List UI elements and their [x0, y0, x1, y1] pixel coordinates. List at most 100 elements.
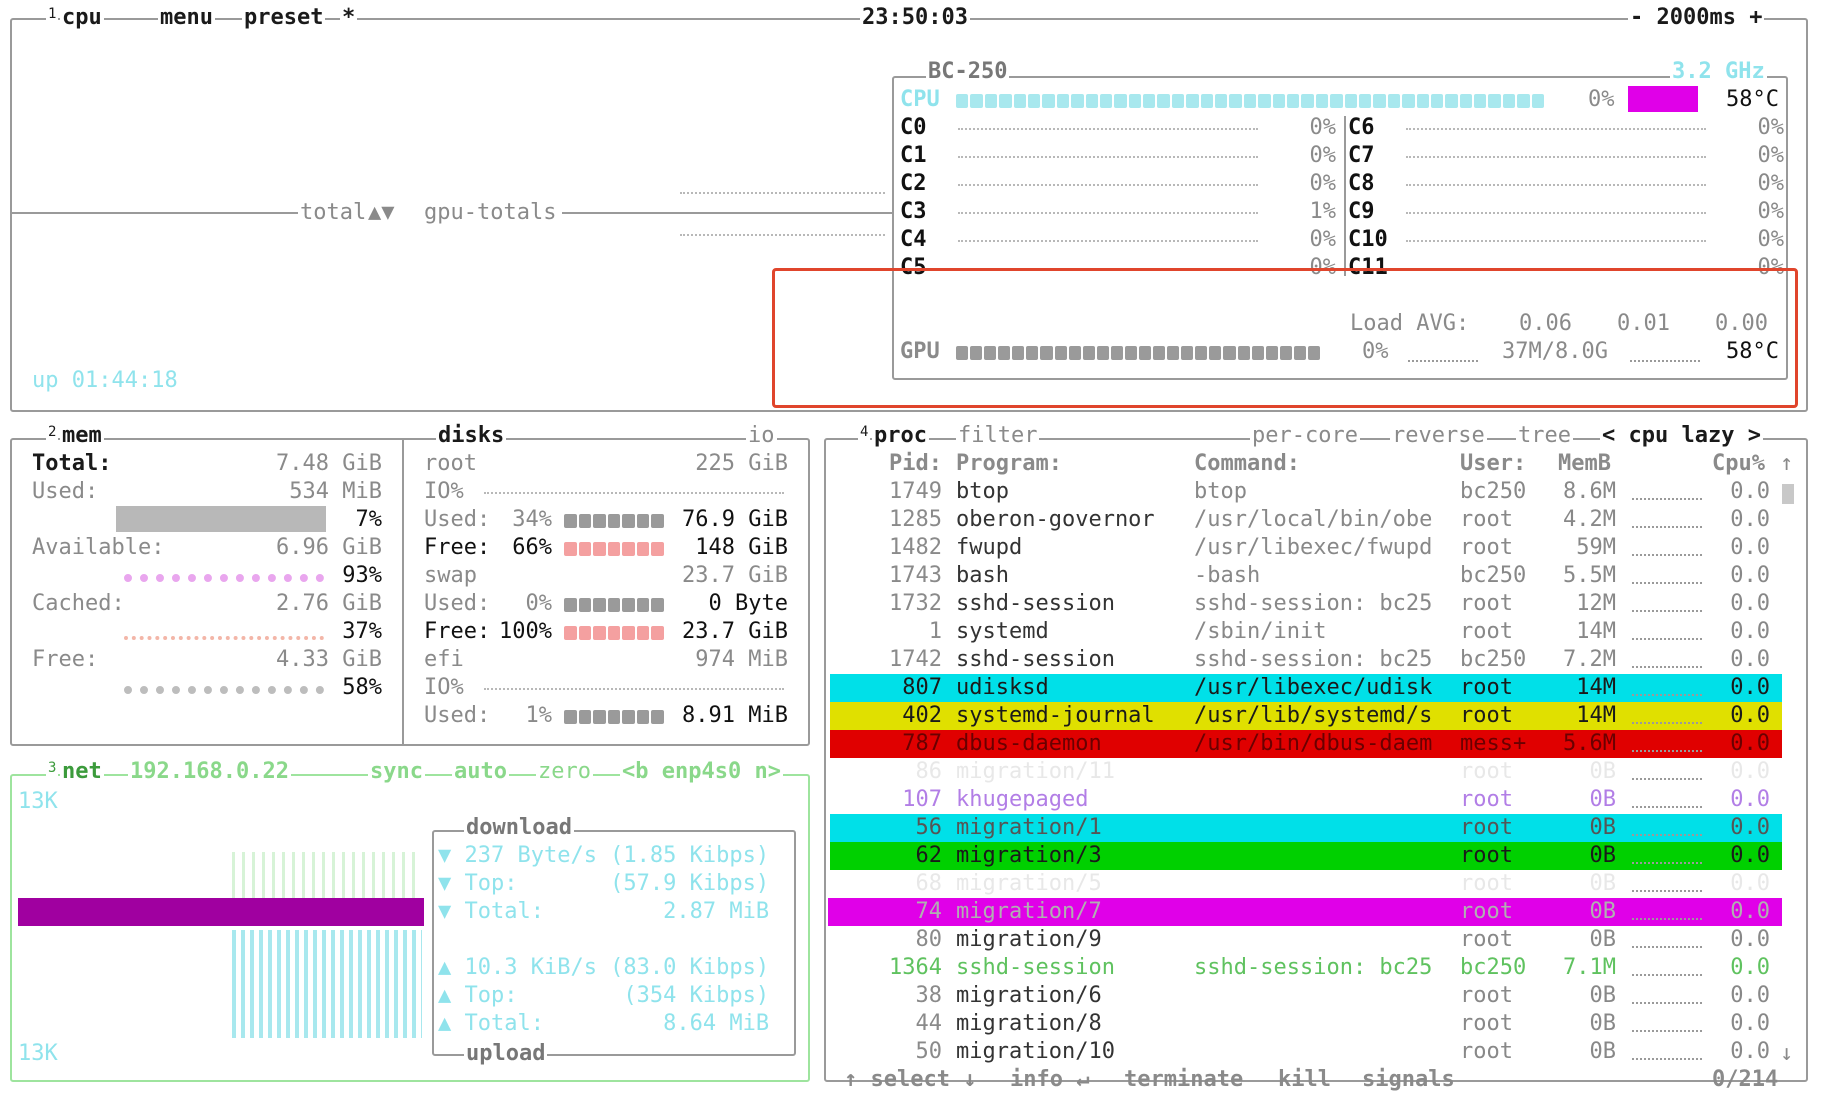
scroll-down-icon[interactable]: ↓	[1780, 1040, 1793, 1068]
bar-segment	[1114, 94, 1127, 108]
cell-pid: 807	[902, 675, 942, 700]
table-row[interactable]: 38 migration/6 root 0B 0.0	[0, 982, 1780, 1010]
kill-button[interactable]: kill	[1278, 1066, 1331, 1094]
cpu-graph-mini	[1632, 1020, 1702, 1032]
table-row[interactable]: 62 migration/3 root 0B 0.0	[0, 842, 1780, 870]
cell-cpu: 0.0	[1730, 507, 1770, 532]
cell-pid: 62	[915, 843, 943, 868]
cell-pid: 1285	[889, 507, 942, 532]
cell-program: udisksd	[956, 675, 1049, 700]
table-row[interactable]: 1743 bash -bash bc250 5.5M 0.0	[0, 562, 1780, 590]
table-row[interactable]: 1742 sshd-session sshd-session: bc25 bc250 7…	[0, 646, 1780, 674]
cell-user: bc250	[1460, 563, 1527, 588]
update-interval[interactable]: - 2000ms +	[1628, 6, 1765, 30]
cpu-tab[interactable]: cpu	[60, 6, 104, 30]
cell-pid: 787	[902, 731, 942, 756]
cpu-total-percent: 0%	[1588, 87, 1615, 112]
cell-user: root	[1460, 591, 1513, 616]
proc-reverse-toggle[interactable]: reverse	[1390, 424, 1487, 448]
bar-segment	[1042, 94, 1055, 108]
cell-cpu: 0.0	[1730, 759, 1770, 784]
table-row[interactable]: 1749 btop btop bc250 8.6M 0.0	[0, 478, 1780, 506]
proc-tree-toggle[interactable]: tree	[1516, 424, 1573, 448]
table-row[interactable]: 50 migration/10 root 0B 0.0	[0, 1038, 1780, 1066]
col-memb[interactable]: MemB	[1558, 450, 1611, 478]
disks-title[interactable]: disks	[436, 424, 507, 448]
table-row[interactable]: 1285 oberon-governor/usr/local/bin/obe roo…	[0, 506, 1780, 534]
mem-title[interactable]: mem	[60, 424, 104, 448]
cell-user: root	[1460, 703, 1513, 728]
cell-pid: 1742	[889, 647, 942, 672]
proc-filter[interactable]: filter	[956, 424, 1040, 448]
cell-pid: 56	[915, 815, 943, 840]
bar-segment	[1330, 94, 1343, 108]
cell-pid: 86	[915, 759, 943, 784]
table-row[interactable]: 402 systemd-journal/usr/lib/systemd/s root…	[0, 702, 1780, 730]
menu-button[interactable]: menu	[158, 6, 215, 30]
table-row[interactable]: 1 systemd/sbin/init root 14M 0.0	[0, 618, 1780, 646]
bar-segment	[1056, 94, 1070, 108]
table-row[interactable]: 44 migration/8 root 0B 0.0	[0, 1010, 1780, 1038]
table-row[interactable]: 80 migration/9 root 0B 0.0	[0, 926, 1780, 954]
cpu-graph-mini	[1632, 712, 1702, 724]
core-label: C3	[900, 199, 927, 224]
table-row[interactable]: 787 dbus-daemon/usr/bin/dbus-daem mess+ 5.6…	[0, 730, 1780, 758]
table-row[interactable]: 1482 fwupd/usr/libexec/fwupd root 59M 0.0	[0, 534, 1780, 562]
table-row[interactable]: 807 udisksd/usr/libexec/udisk root 14M 0.0	[0, 674, 1780, 702]
core-percent: 0%	[1309, 143, 1337, 168]
cell-cpu: 0.0	[1730, 619, 1770, 644]
cell-user: root	[1460, 871, 1513, 896]
cell-user: bc250	[1460, 647, 1527, 672]
col-user[interactable]: User:	[1460, 450, 1526, 478]
cell-pid: 50	[915, 1039, 943, 1064]
preset-button[interactable]: preset	[242, 6, 326, 30]
cell-user: root	[1460, 787, 1513, 812]
cell-program: migration/11	[956, 759, 1115, 784]
bar-segment	[1315, 94, 1329, 108]
cpu-graph-mini	[1632, 880, 1702, 892]
table-row[interactable]: 56 migration/1 root 0B 0.0	[0, 814, 1780, 842]
cell-user: root	[1460, 1011, 1513, 1036]
core-percent: 1%	[1309, 199, 1337, 224]
core-usage-graph	[1406, 122, 1706, 130]
table-row[interactable]: 86 migration/11 root 0B 0.0	[0, 758, 1780, 786]
cell-pid: 402	[902, 703, 942, 728]
cell-program: migration/9	[956, 927, 1102, 952]
cpu-graph-mini	[1632, 488, 1702, 500]
table-row[interactable]: 74 migration/7 root 0B 0.0	[0, 898, 1780, 926]
graph-toggle-arrows[interactable]: ▲▼	[368, 199, 395, 227]
select-button[interactable]: ↑ select ↓	[844, 1066, 976, 1094]
cell-cpu: 0.0	[1730, 703, 1770, 728]
core-usage-graph	[1406, 178, 1706, 186]
graph-label-gpu-totals: gpu-totals	[424, 200, 557, 225]
scroll-up-icon[interactable]: ↑	[1780, 450, 1793, 478]
graph-label-total: total	[300, 200, 367, 225]
cell-cpu: 0.0	[1730, 871, 1770, 896]
col-pid[interactable]: Pid:	[860, 450, 942, 478]
col-command[interactable]: Command:	[1194, 450, 1300, 478]
disk-root-label[interactable]: root	[424, 450, 477, 478]
cpu-graph-mini	[1632, 572, 1702, 584]
table-row[interactable]: 1732 sshd-session sshd-session: bc25 root 12…	[0, 590, 1780, 618]
proc-per-core-toggle[interactable]: per-core	[1250, 424, 1360, 448]
bar-segment	[1358, 94, 1372, 108]
signals-button[interactable]: signals	[1362, 1066, 1455, 1094]
cell-program: systemd	[956, 619, 1049, 644]
proc-title[interactable]: proc	[872, 424, 929, 448]
scrollbar-thumb[interactable]	[1782, 484, 1794, 504]
cpu-box-number: 1	[46, 2, 59, 26]
table-row[interactable]: 1364 sshd-session sshd-session: bc25 bc250 7…	[0, 954, 1780, 982]
table-row[interactable]: 68 migration/5 root 0B 0.0	[0, 870, 1780, 898]
bar-segment	[1488, 94, 1501, 108]
col-cpu[interactable]: Cpu%	[1712, 450, 1765, 478]
proc-sort-selector[interactable]: < cpu lazy >	[1600, 424, 1763, 448]
info-button[interactable]: info ↵	[1010, 1066, 1089, 1094]
cell-user: bc250	[1460, 955, 1527, 980]
col-program[interactable]: Program:	[956, 450, 1062, 478]
cell-mem: 0B	[1589, 1011, 1617, 1036]
terminate-button[interactable]: terminate	[1124, 1066, 1243, 1094]
graph-dots-2	[680, 228, 885, 236]
table-row[interactable]: 107 khugepaged root 0B 0.0	[0, 786, 1780, 814]
disks-io-toggle[interactable]: io	[746, 424, 777, 448]
cell-mem: 0B	[1589, 787, 1617, 812]
